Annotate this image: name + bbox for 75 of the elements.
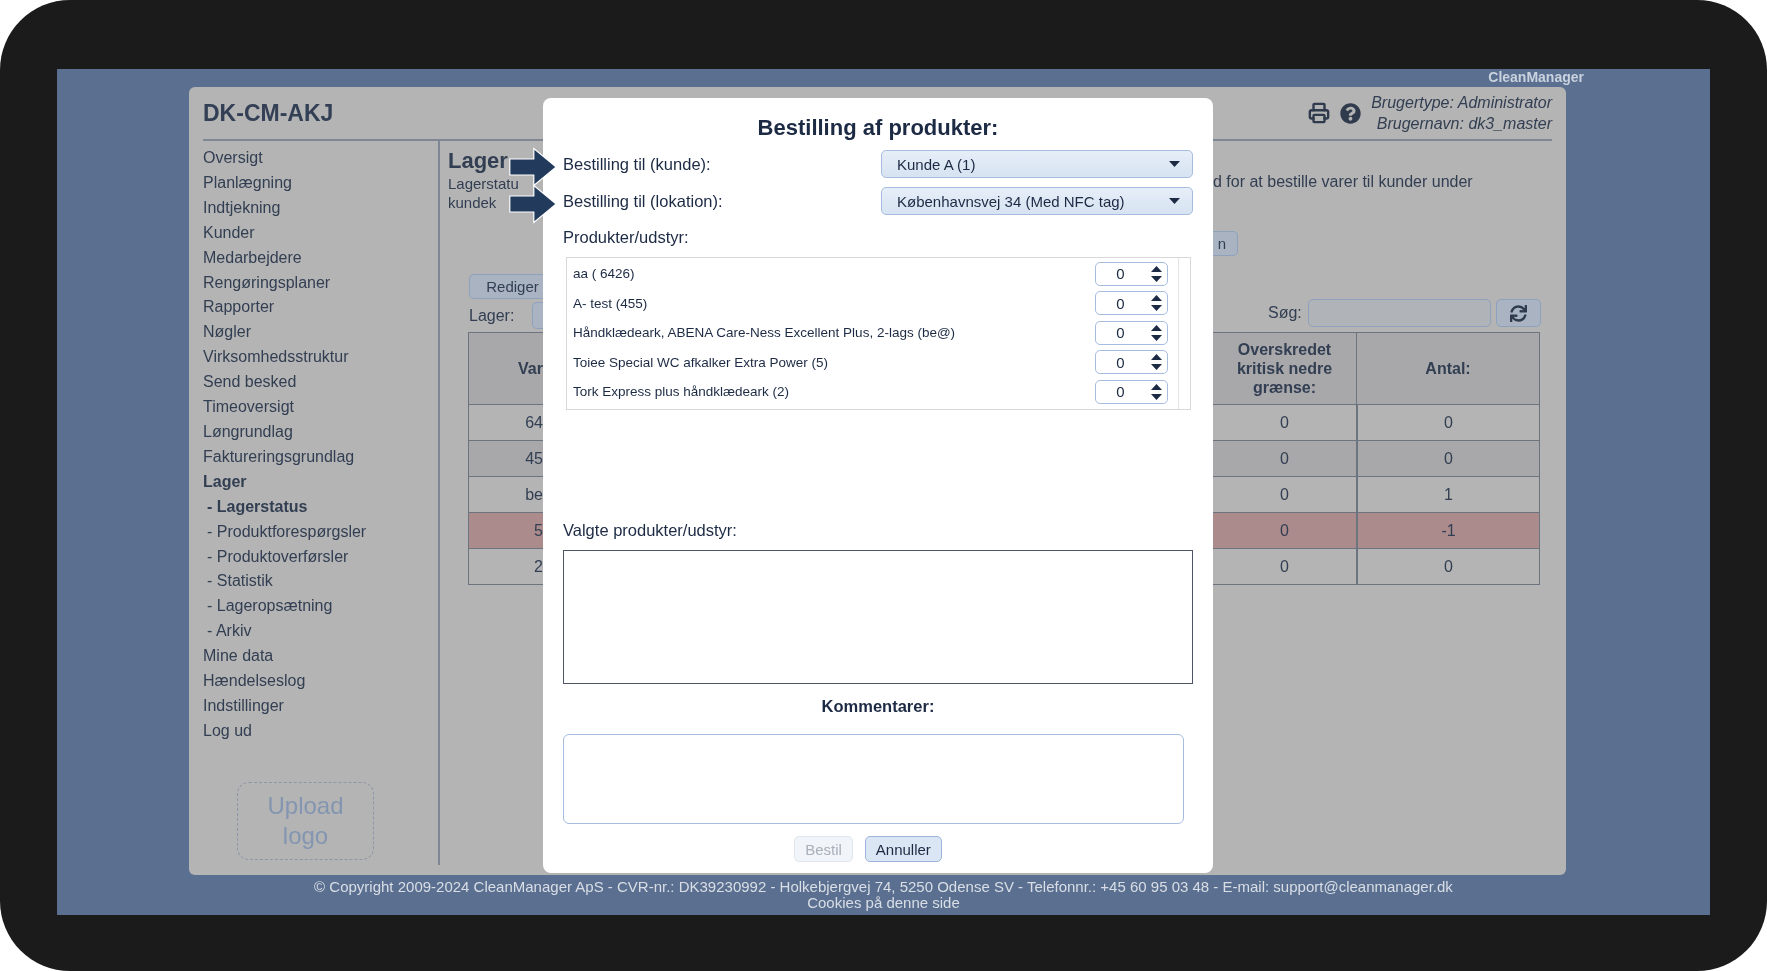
table-cell: 64: [468, 405, 543, 441]
quantity-spinner[interactable]: 0: [1095, 350, 1168, 375]
product-name: Håndklædeark, ABENA Care-Ness Excellent Plus, 2-lags (be@): [573, 325, 956, 341]
action-button[interactable]: n: [1213, 231, 1238, 256]
table-cell: 0: [1357, 549, 1540, 585]
sidebar-item[interactable]: Rengøringsplaner: [203, 270, 331, 296]
quantity-spinner[interactable]: 0: [1095, 379, 1168, 404]
dialog-button[interactable]: Annuller: [864, 836, 942, 862]
sidebar-item[interactable]: Timeoversigt: [203, 395, 294, 420]
sidebar-item[interactable]: Indtjekning: [203, 195, 281, 221]
table-cell: 0: [1213, 441, 1357, 477]
table-cell: 2: [468, 549, 543, 585]
sidebar-item[interactable]: - Statistik: [203, 569, 273, 595]
table-cell: -1: [1357, 513, 1540, 549]
user-type: Brugertype: Administrator: [1371, 93, 1552, 113]
sidebar-item[interactable]: Indstillinger: [203, 693, 284, 719]
sidebar-item[interactable]: Rapporter: [203, 295, 275, 321]
sidebar-item[interactable]: - Produktoverførsler: [203, 544, 349, 570]
description-text: d for at bestille varer til kunder under: [1213, 172, 1474, 192]
table-cell: 0: [1357, 405, 1540, 441]
field-label: Bestilling til (kunde):: [563, 154, 711, 174]
sidebar-item[interactable]: Lager: [203, 469, 247, 495]
cookies-link[interactable]: Cookies på denne side: [57, 895, 1710, 911]
table-cell: 0: [1213, 405, 1357, 441]
table-cell: 1: [1357, 477, 1540, 513]
search-label: Søg:: [1268, 304, 1302, 322]
user-name: Brugernavn: dk3_master: [1375, 114, 1552, 134]
edit-button[interactable]: Rediger: [469, 274, 543, 299]
sidebar-item[interactable]: Kunder: [203, 220, 255, 246]
sidebar-item[interactable]: Nøgler: [203, 320, 251, 346]
product-name: A- test (455): [573, 295, 648, 311]
dropdown[interactable]: Kunde A (1): [881, 150, 1193, 178]
product-name: Toiee Special WC afkalker Extra Power (5): [573, 354, 829, 370]
column-header: Antal:: [1357, 332, 1540, 405]
column-header: Overskredet kritisk nedre grænse:: [1213, 332, 1357, 405]
sidebar-item[interactable]: Løngrundlag: [203, 419, 293, 445]
products-label: Produkter/udstyr:: [563, 228, 690, 247]
dropdown[interactable]: Københavnsvej 34 (Med NFC tag): [881, 187, 1193, 215]
table-cell: 5: [468, 513, 543, 549]
dialog-title: Bestilling af produkter:: [756, 114, 1000, 142]
table-cell: 0: [1213, 477, 1357, 513]
table-cell: 45: [468, 441, 543, 477]
column-header: Var: [468, 332, 543, 405]
sidebar-item[interactable]: Virksomhedsstruktur: [203, 345, 349, 371]
sidebar-item[interactable]: Medarbejdere: [203, 245, 302, 271]
sidebar-item[interactable]: Log ud: [203, 718, 252, 744]
selected-products-label: Valgte produkter/udstyr:: [563, 521, 738, 540]
table-cell: 0: [1213, 513, 1357, 549]
copyright-text: © Copyright 2009-2024 CleanManager ApS - CVR-nr.: DK39230992 - Holkebjergvej 74, 5250 Odense SV - Telefonnr.: +45 60 95 03 48 - E-mail: support@cleanmanager.dk: [313, 879, 1454, 895]
sidebar-item[interactable]: - Arkiv: [203, 619, 252, 645]
sidebar-item[interactable]: - Lagerstatus: [203, 494, 308, 520]
quantity-spinner[interactable]: 0: [1095, 291, 1168, 316]
quantity-spinner[interactable]: 0: [1095, 320, 1168, 345]
company-title: DK-CM-AKJ: [203, 99, 334, 127]
sidebar-item[interactable]: Send besked: [203, 370, 297, 396]
table-cell: 0: [1357, 441, 1540, 477]
sidebar-item[interactable]: Hændelseslog: [203, 669, 306, 694]
warehouse-label: Lager:: [469, 306, 515, 325]
brand-name: CleanManager: [1488, 69, 1584, 87]
sidebar-item[interactable]: - Produktforespørgsler: [203, 519, 367, 545]
sidebar-item[interactable]: Faktureringsgrundlag: [203, 444, 355, 470]
table-cell: be: [468, 477, 543, 513]
page-heading: Lager: [448, 148, 509, 174]
comments-label: Kommentarer:: [820, 697, 936, 716]
product-name: Tork Express plus håndklædeark (2): [573, 384, 790, 400]
description-text: kundek: [448, 193, 498, 212]
table-cell: 0: [1213, 549, 1357, 585]
sidebar-item[interactable]: - Lageropsætning: [203, 594, 333, 620]
field-label: Bestilling til (lokation):: [563, 191, 723, 211]
sidebar-item[interactable]: Oversigt: [203, 146, 263, 171]
quantity-spinner[interactable]: 0: [1095, 261, 1168, 286]
sidebar-item[interactable]: Planlægning: [203, 170, 292, 196]
product-name: aa ( 6426): [573, 266, 635, 282]
sidebar-item[interactable]: Mine data: [203, 644, 274, 670]
description-text: Lagerstatu: [448, 174, 520, 193]
